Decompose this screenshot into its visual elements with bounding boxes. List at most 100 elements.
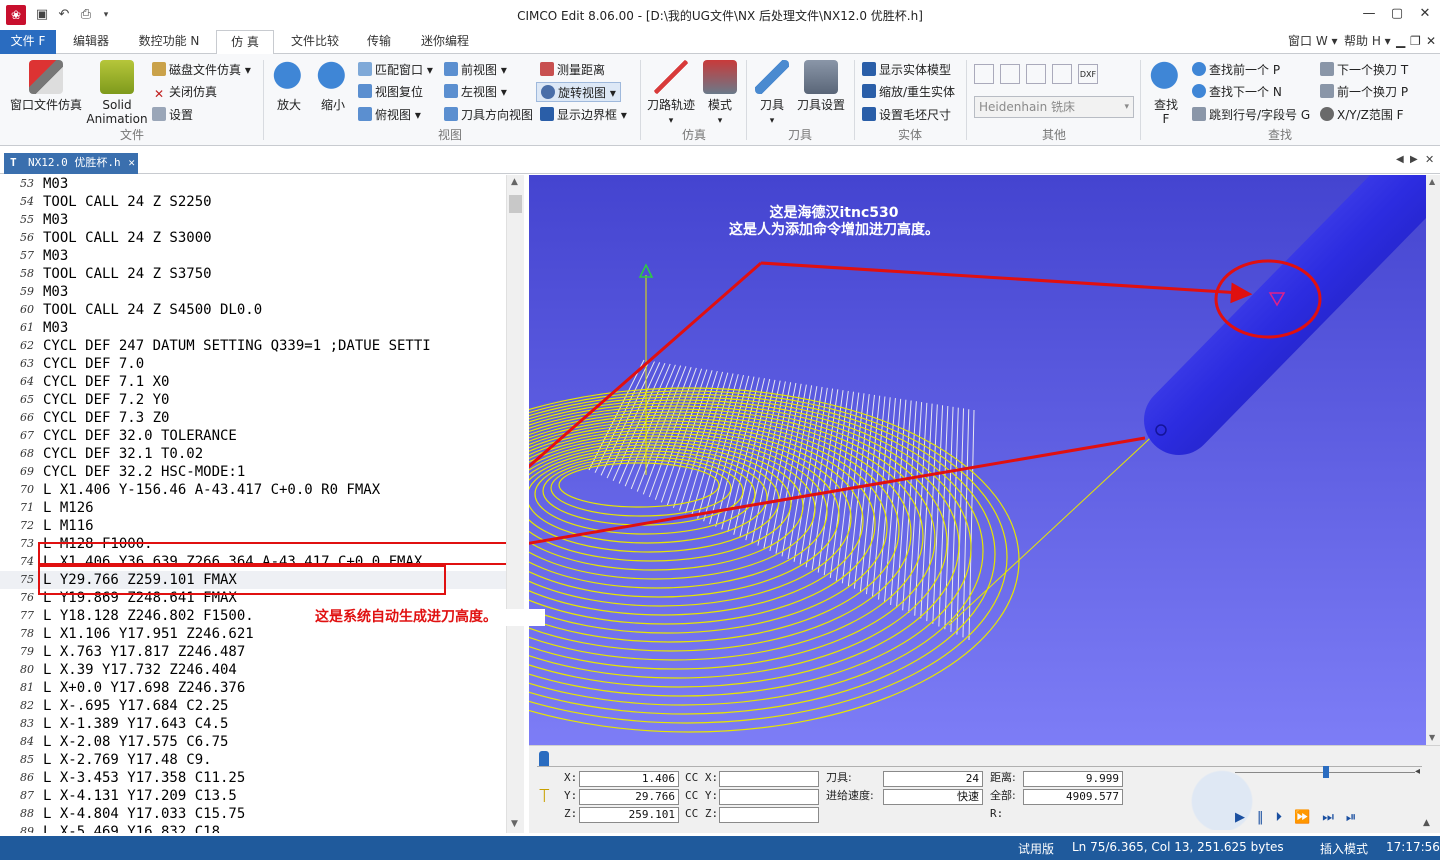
find-button[interactable]: 查找 F — [1146, 60, 1186, 126]
tab-scroll-right-icon[interactable]: ▶ — [1410, 154, 1418, 165]
goto-line-button[interactable]: 跳到行号/字段号 G — [1192, 105, 1310, 125]
panel-collapse-icon[interactable]: ▲ — [1423, 818, 1430, 828]
zoom-out-button[interactable]: 缩小 — [312, 60, 354, 112]
toolpath-button[interactable]: 刀路轨迹 ▾ — [644, 60, 698, 128]
scrollbar-thumb[interactable] — [509, 195, 522, 213]
tab-scroll-left-icon[interactable]: ◀ — [1396, 154, 1404, 165]
code-line[interactable]: 87 L X-4.131 Y17.209 C13.5 — [0, 787, 506, 805]
scroll-down-icon[interactable]: ▼ — [511, 819, 518, 829]
tab-simulation[interactable]: 仿 真 — [216, 30, 274, 55]
menu-window[interactable]: 窗口 W ▾ — [1288, 30, 1338, 54]
code-line[interactable]: 72 L M116 — [0, 517, 506, 535]
stock-size-button[interactable]: 设置毛坯尺寸 — [862, 105, 951, 125]
code-line[interactable]: 57 M03 — [0, 247, 506, 265]
scroll-up-icon[interactable]: ▲ — [511, 177, 518, 187]
code-line[interactable]: 69 CYCL DEF 32.2 HSC-MODE:1 — [0, 463, 506, 481]
doc-close-button[interactable]: ✕ — [1426, 30, 1436, 54]
code-line[interactable]: 65 CYCL DEF 7.2 Y0 — [0, 391, 506, 409]
simulation-viewport[interactable]: 这是海德汉itnc530 这是人为添加命令增加进刀高度。 — [529, 175, 1426, 745]
code-line[interactable]: 55 M03 — [0, 211, 506, 229]
code-line[interactable]: 64 CYCL DEF 7.1 X0 — [0, 373, 506, 391]
fit-window-button[interactable]: 匹配窗口 ▾ — [358, 60, 433, 80]
find-prev-button[interactable]: 查找前一个 P — [1192, 60, 1280, 80]
code-line[interactable]: 63 CYCL DEF 7.0 — [0, 355, 506, 373]
tool-button[interactable]: 刀具 ▾ — [752, 60, 792, 128]
code-line[interactable]: 89 L X-5.469 Y16.832 C18. — [0, 823, 506, 833]
play-icon[interactable]: ▶ — [1235, 810, 1257, 825]
close-button[interactable]: ✕ — [1408, 2, 1440, 26]
front-view-button[interactable]: 前视图 ▾ — [444, 60, 507, 80]
show-solid-button[interactable]: 显示实体模型 — [862, 60, 951, 80]
code-line[interactable]: 86 L X-3.453 Y17.358 C11.25 — [0, 769, 506, 787]
disk-sim-button[interactable]: 磁盘文件仿真 ▾ — [152, 60, 251, 80]
top-view-button[interactable]: 俯视图 ▾ — [358, 105, 421, 125]
speed-dropdown-icon[interactable]: ◂ — [1415, 766, 1420, 777]
code-line[interactable]: 70 L X1.406 Y-156.46 A-43.417 C+0.0 R0 FM… — [0, 481, 506, 499]
code-line[interactable]: 60 TOOL CALL 24 Z S4500 DL0.0 — [0, 301, 506, 319]
measure-distance-button[interactable]: 测量距离 — [540, 60, 605, 80]
code-line[interactable]: 80 L X.39 Y17.732 Z246.404 — [0, 661, 506, 679]
progress-track[interactable] — [529, 746, 1426, 768]
viewport-scrollbar[interactable]: ▲ ▼ — [1426, 175, 1440, 745]
code-line[interactable]: 83 L X-1.389 Y17.643 C4.5 — [0, 715, 506, 733]
window-sim-button[interactable]: 窗口文件仿真 — [6, 60, 86, 112]
close-sim-button[interactable]: ✕ 关闭仿真 — [152, 82, 217, 102]
zoom-regen-button[interactable]: 缩放/重生实体 — [862, 82, 955, 102]
next-tool-change-button[interactable]: 下一个换刀 T — [1320, 60, 1408, 80]
machine-select[interactable]: Heidenhain 铣床 ▾ — [974, 96, 1134, 118]
code-line[interactable]: 66 CYCL DEF 7.3 Z0 — [0, 409, 506, 427]
close-tab-icon[interactable]: ✕ — [128, 153, 135, 173]
xyz-range-button[interactable]: X/Y/Z范围 F — [1320, 105, 1404, 125]
other-tool-2-icon[interactable] — [1000, 64, 1020, 84]
find-next-button[interactable]: 查找下一个 N — [1192, 82, 1282, 102]
code-line[interactable]: 56 TOOL CALL 24 Z S3000 — [0, 229, 506, 247]
code-line[interactable]: 67 CYCL DEF 32.0 TOLERANCE — [0, 427, 506, 445]
skip-icon[interactable]: ⏭ — [1322, 810, 1346, 825]
code-line[interactable]: 62 CYCL DEF 247 DATUM SETTING Q339=1 ;DAT… — [0, 337, 506, 355]
tab-file[interactable]: 文件 F — [0, 30, 56, 54]
code-line[interactable]: 61 M03 — [0, 319, 506, 337]
other-tool-4-icon[interactable] — [1052, 64, 1072, 84]
code-line[interactable]: 68 CYCL DEF 32.1 T0.02 — [0, 445, 506, 463]
scroll-down-icon[interactable]: ▼ — [1429, 733, 1435, 742]
code-line[interactable]: 85 L X-2.769 Y17.48 C9. — [0, 751, 506, 769]
left-view-button[interactable]: 左视图 ▾ — [444, 82, 507, 102]
other-tool-1-icon[interactable] — [974, 64, 994, 84]
step-forward-icon[interactable]: ⏵ — [1276, 810, 1295, 825]
menu-help[interactable]: 帮助 H ▾ — [1344, 30, 1391, 54]
code-editor[interactable]: 53 M03 54 TOOL CALL 24 Z S2250 55 M03 56 TOOL C… — [0, 175, 524, 833]
code-line[interactable]: 54 TOOL CALL 24 Z S2250 — [0, 193, 506, 211]
insert-mode[interactable]: 插入模式 — [1320, 840, 1368, 857]
tab-nc-functions[interactable]: 数控功能 N — [128, 30, 210, 54]
dxf-icon[interactable]: DXF — [1078, 64, 1098, 84]
zoom-in-button[interactable]: 放大 — [268, 60, 310, 112]
document-tab[interactable]: T NX12.0 优胜杯.h ✕ — [4, 153, 138, 174]
fast-forward-icon[interactable]: ⏩ — [1294, 810, 1322, 825]
tool-setup-button[interactable]: 刀具设置 — [794, 60, 848, 112]
tab-transfer[interactable]: 传输 — [356, 30, 402, 54]
tab-file-compare[interactable]: 文件比较 — [280, 30, 350, 54]
code-line[interactable]: 88 L X-4.804 Y17.033 C15.75 — [0, 805, 506, 823]
editor-scrollbar[interactable]: ▲ ▼ — [506, 175, 524, 833]
code-line[interactable]: 79 L X.763 Y17.817 Z246.487 — [0, 643, 506, 661]
code-line[interactable]: 71 L M126 — [0, 499, 506, 517]
tab-editor[interactable]: 编辑器 — [62, 30, 120, 54]
doc-restore-button[interactable]: ❐ — [1410, 30, 1421, 54]
mode-button[interactable]: 模式 ▾ — [700, 60, 740, 128]
show-bounds-button[interactable]: 显示边界框 ▾ — [540, 105, 627, 125]
tab-close-icon[interactable]: ✕ — [1425, 153, 1434, 166]
solid-animation-button[interactable]: Solid Animation — [86, 60, 148, 126]
code-line[interactable]: 82 L X-.695 Y17.684 C2.25 — [0, 697, 506, 715]
view-reset-button[interactable]: 视图复位 — [358, 82, 423, 102]
rotate-view-button[interactable]: 旋转视图 ▾ — [536, 82, 621, 102]
code-line[interactable]: 84 L X-2.08 Y17.575 C6.75 — [0, 733, 506, 751]
tab-mini-cam[interactable]: 迷你编程 — [410, 30, 480, 54]
speed-slider-thumb[interactable] — [1323, 766, 1329, 778]
scroll-up-icon[interactable]: ▲ — [1429, 177, 1435, 186]
code-line[interactable]: 81 L X+0.0 Y17.698 Z246.376 — [0, 679, 506, 697]
code-line[interactable]: 53 M03 — [0, 175, 506, 193]
doc-minimize-button[interactable]: ▁ — [1396, 30, 1405, 54]
code-line[interactable]: 58 TOOL CALL 24 Z S3750 — [0, 265, 506, 283]
end-icon[interactable]: ⏯ — [1346, 810, 1368, 825]
pause-icon[interactable]: ‖ — [1257, 810, 1276, 825]
